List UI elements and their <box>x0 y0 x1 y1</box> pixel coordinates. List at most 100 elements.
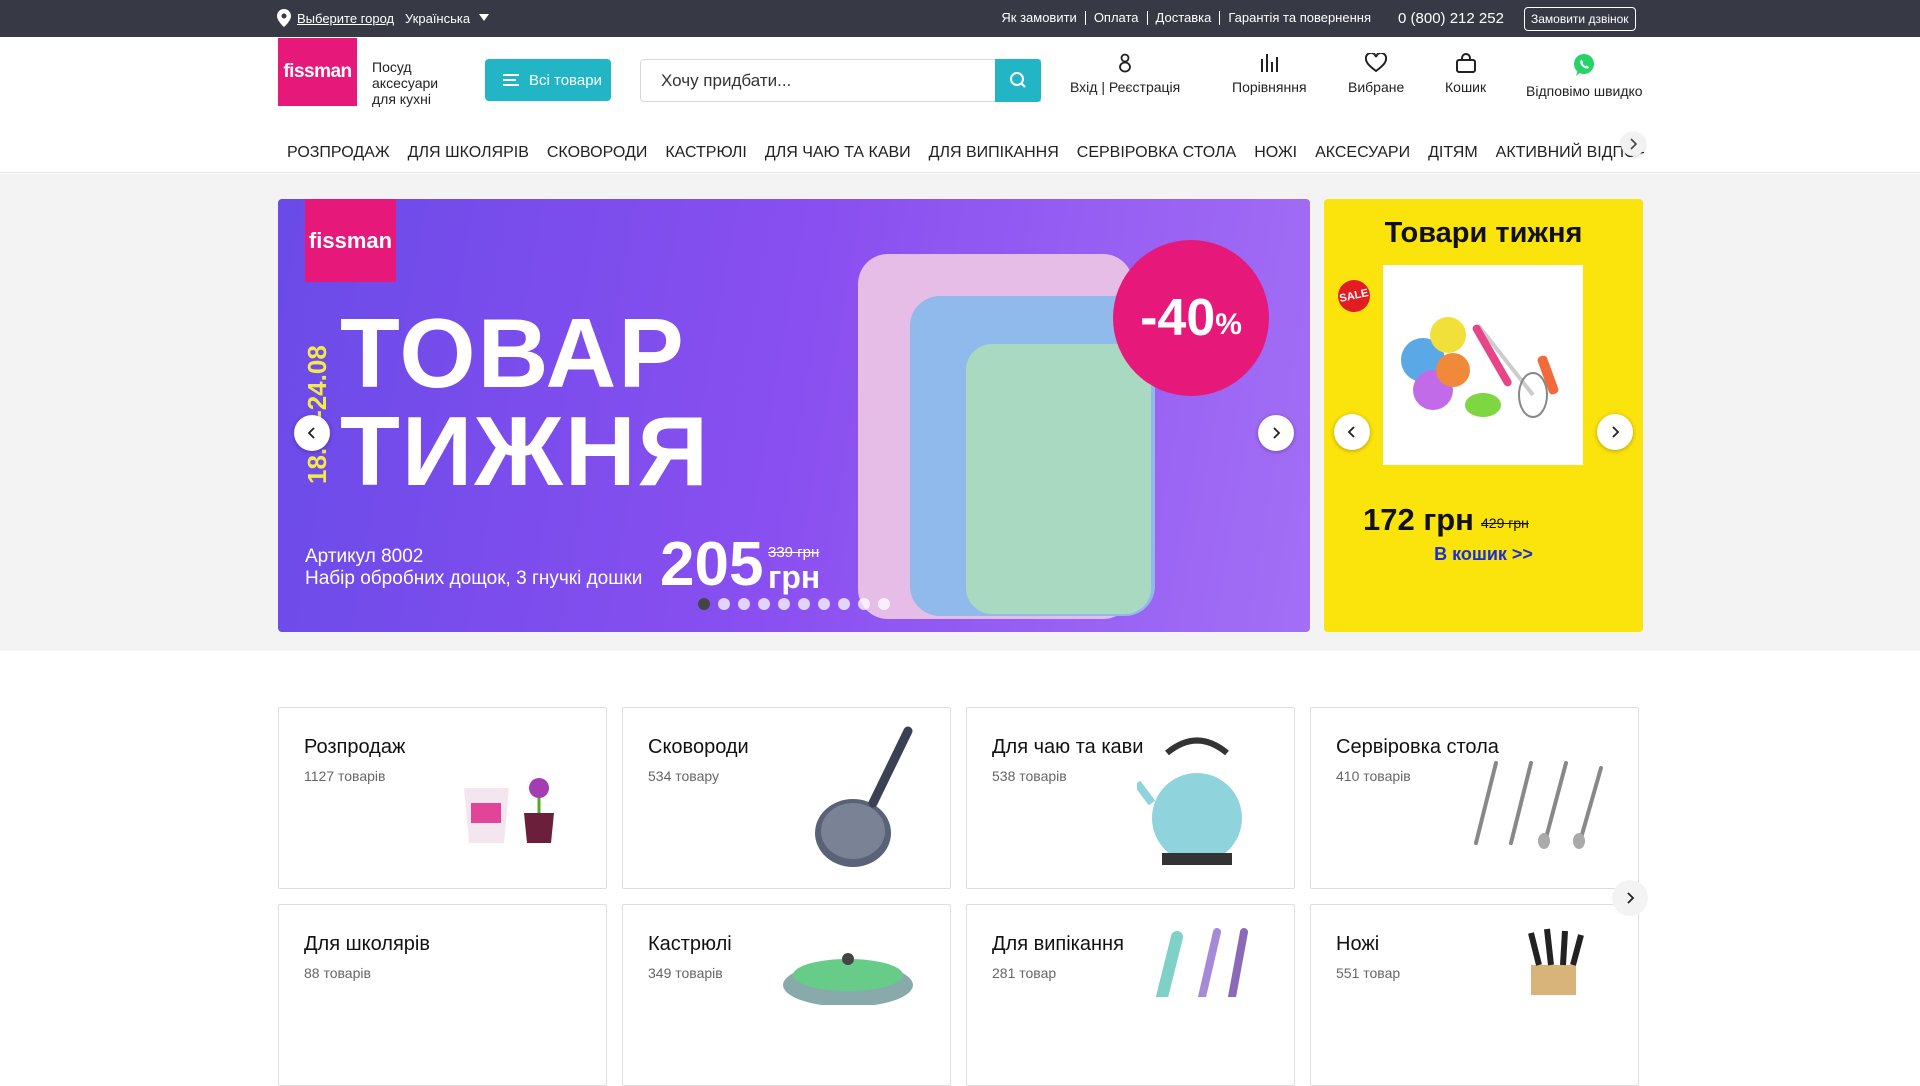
category-title: Для випікання <box>992 933 1124 955</box>
nav-item-pans[interactable]: СКОВОРОДИ <box>538 138 656 168</box>
chevron-right-icon <box>1273 427 1281 439</box>
banner-headline: ТОВАР ТИЖНЯ <box>340 304 710 500</box>
category-title: Для школярів <box>304 933 430 955</box>
compare-link[interactable]: Порівняння <box>1232 53 1307 95</box>
phone-number[interactable]: 0 (800) 212 252 <box>1398 10 1504 27</box>
slider-dot[interactable] <box>758 598 770 610</box>
category-card-pans[interactable]: Сковороди 534 товару <box>622 707 951 889</box>
category-card-tea-coffee[interactable]: Для чаю та кави 538 товарів <box>966 707 1295 889</box>
baking-tools-image <box>1156 928 1248 997</box>
search-button[interactable] <box>995 59 1041 102</box>
category-title: Розпродаж <box>304 736 406 758</box>
slider-dot[interactable] <box>838 598 850 610</box>
category-count: 534 товару <box>648 768 719 784</box>
slider-dot[interactable] <box>778 598 790 610</box>
category-card-sale[interactable]: Розпродаж 1127 товарів <box>278 707 607 889</box>
category-nav-next-button[interactable] <box>1621 132 1645 156</box>
product-description: Набір обробних дощок, 3 гнучкі дошки <box>305 568 643 589</box>
slider-dot[interactable] <box>738 598 750 610</box>
search-input[interactable] <box>640 59 1041 102</box>
nav-item-accessories[interactable]: АКСЕСУАРИ <box>1306 138 1419 168</box>
cart-label: Кошик <box>1445 79 1487 95</box>
favorites-label: Вибране <box>1348 79 1405 95</box>
banner-next-button[interactable] <box>1258 415 1294 451</box>
discount-value: -40 <box>1140 289 1216 347</box>
language-select[interactable]: Українська <box>405 11 470 26</box>
category-count: 551 товар <box>1336 965 1401 981</box>
chevron-right-icon <box>1630 138 1638 150</box>
slider-dot[interactable] <box>718 598 730 610</box>
nav-item-sale[interactable]: РОЗПРОДАЖ <box>278 138 399 168</box>
menu-icon <box>503 74 519 86</box>
nav-item-knives[interactable]: НОЖІ <box>1245 138 1306 168</box>
nav-item-table-setting[interactable]: СЕРВІРОВКА СТОЛА <box>1068 138 1245 168</box>
city-select-link[interactable]: Выберите город <box>297 11 394 26</box>
tagline: Посуд аксесуари для кухні <box>372 59 439 107</box>
category-card-baking[interactable]: Для випікання 281 товар <box>966 904 1295 1086</box>
delivery-link[interactable]: Доставка <box>1148 11 1221 25</box>
headline-line-2: ТИЖНЯ <box>340 396 711 506</box>
category-cards-next-button[interactable] <box>1612 880 1648 916</box>
all-products-button[interactable]: Всі товари <box>485 59 611 101</box>
heart-icon <box>1365 53 1388 73</box>
cart-link[interactable]: Кошик <box>1445 53 1486 95</box>
search-icon <box>1010 72 1026 88</box>
banner-article: Артикул 8002 Набір обробних дощок, 3 гнуч… <box>305 546 642 590</box>
week-product-image[interactable] <box>1383 265 1583 465</box>
category-card-pots[interactable]: Кастрюлі 349 товарів <box>622 904 951 1086</box>
category-title: Кастрюлі <box>648 933 732 955</box>
banner-price: 205 <box>660 530 764 599</box>
category-title: Сковороди <box>648 736 749 758</box>
slider-dot[interactable] <box>858 598 870 610</box>
discount-badge: -40% <box>1113 240 1269 396</box>
week-products-title: Товари тижня <box>1384 217 1583 249</box>
cutlery-image <box>1474 761 1603 849</box>
whatsapp-link[interactable]: Відповімо швидко <box>1526 53 1643 99</box>
callback-button[interactable]: Замовити дзвінок <box>1524 7 1636 31</box>
discount-unit: % <box>1215 308 1242 341</box>
nav-item-pots[interactable]: КАСТРЮЛІ <box>656 138 756 168</box>
category-card-table-setting[interactable]: Сервіровка стола 410 товарів <box>1310 707 1639 889</box>
category-count: 88 товарів <box>304 965 371 981</box>
sale-badge: SALE <box>1335 277 1373 315</box>
slider-dot[interactable] <box>818 598 830 610</box>
category-count: 1127 товарів <box>304 768 386 784</box>
caret-down-icon[interactable] <box>479 14 489 21</box>
add-to-cart-link[interactable]: В кошик >> <box>1324 544 1643 565</box>
slider-dot[interactable] <box>698 598 710 610</box>
chevron-right-icon <box>1627 892 1635 904</box>
pot-image <box>783 953 913 1005</box>
nav-item-baking[interactable]: ДЛЯ ВИПІКАННЯ <box>920 138 1068 168</box>
nav-item-kids[interactable]: ДІТЯМ <box>1419 138 1487 168</box>
how-to-order-link[interactable]: Як замовити <box>993 11 1086 25</box>
week-product-price: 172 грн <box>1363 502 1474 537</box>
category-card-knives[interactable]: Ножі 551 товар <box>1310 904 1639 1086</box>
favorites-link[interactable]: Вибране <box>1348 53 1404 95</box>
whatsapp-icon <box>1574 54 1595 76</box>
frying-pan-image <box>815 726 913 867</box>
bag-icon <box>1455 53 1476 73</box>
chevron-left-icon <box>307 427 315 439</box>
slider-dot[interactable] <box>878 598 890 610</box>
payment-link[interactable]: Оплата <box>1086 11 1148 25</box>
slider-dots <box>698 598 890 610</box>
week-next-button[interactable] <box>1597 414 1633 450</box>
knife-block-image <box>1528 928 1584 995</box>
slider-dot[interactable] <box>798 598 810 610</box>
compare-icon <box>1261 54 1279 72</box>
headline-line-1: ТОВАР <box>340 298 686 408</box>
category-count: 349 товарів <box>648 965 723 981</box>
banner-logo: fissman <box>305 199 396 282</box>
category-card-school[interactable]: Для школярів 88 товарів <box>278 904 607 1086</box>
banner-prev-button[interactable] <box>294 415 330 451</box>
account-link[interactable]: Вхід | Реєстрація <box>1070 53 1180 95</box>
nav-item-tea-coffee[interactable]: ДЛЯ ЧАЮ ТА КАВИ <box>756 138 920 168</box>
warranty-link[interactable]: Гарантія та повернення <box>1220 11 1379 25</box>
logo[interactable]: fissman <box>278 38 357 106</box>
nav-item-school[interactable]: ДЛЯ ШКОЛЯРІВ <box>399 138 538 168</box>
week-prev-button[interactable] <box>1334 414 1370 450</box>
top-bar: Выберите город Українська Як замовити Оп… <box>0 0 1920 37</box>
promo-banner[interactable]: -40% fissman 18.08-24.08 ТОВАР ТИЖНЯ Арти… <box>278 199 1310 632</box>
compare-label: Порівняння <box>1232 79 1307 95</box>
week-product-old-price: 429 грн <box>1481 515 1529 531</box>
